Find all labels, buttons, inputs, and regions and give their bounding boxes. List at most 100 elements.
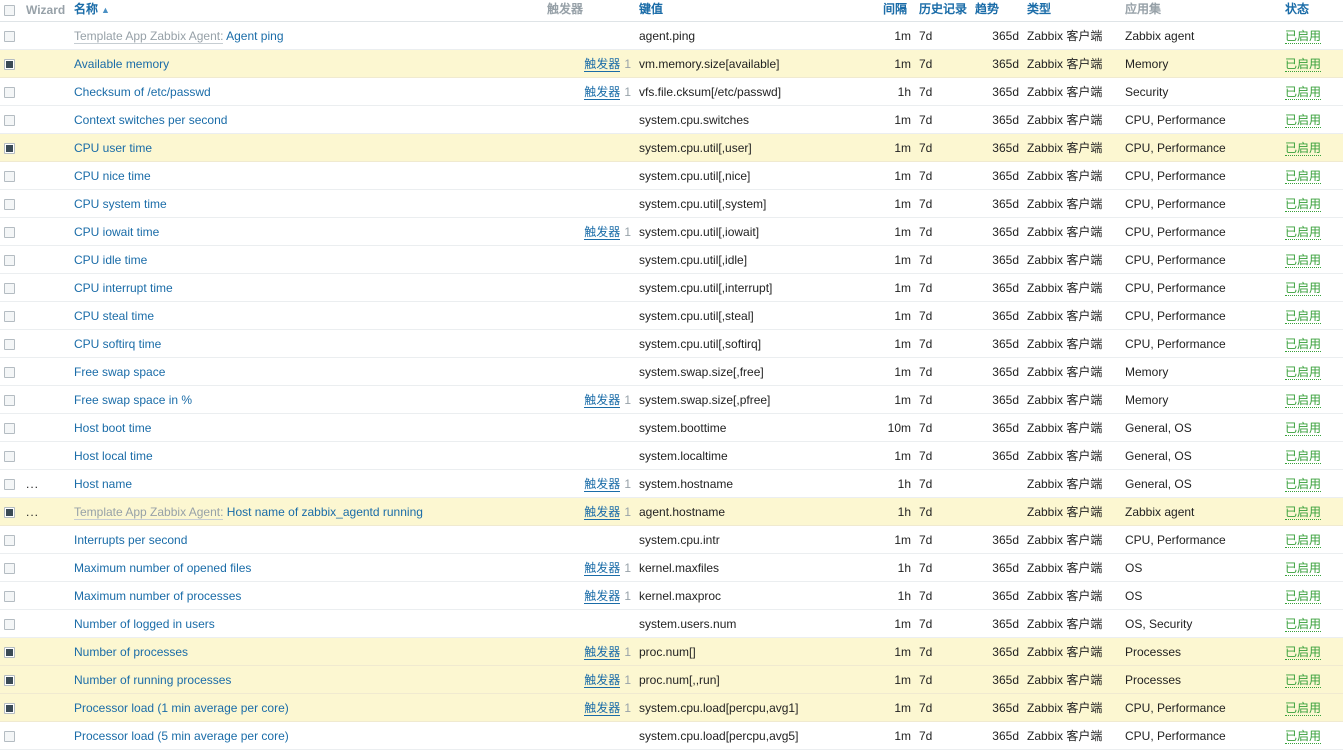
row-select-cell[interactable] bbox=[0, 385, 22, 414]
item-name-link[interactable]: Free swap space in % bbox=[74, 393, 192, 407]
table-row[interactable]: CPU idle time system.cpu.util[,idle] 1m 7d 3… bbox=[0, 245, 1343, 274]
status-badge[interactable]: 已启用 bbox=[1285, 85, 1322, 100]
status-badge[interactable]: 已启用 bbox=[1285, 533, 1322, 548]
wizard-cell[interactable]: ... bbox=[22, 497, 70, 526]
row-select-cell[interactable] bbox=[0, 469, 22, 498]
row-checkbox[interactable] bbox=[4, 674, 15, 686]
item-name-link[interactable]: Number of logged in users bbox=[74, 617, 215, 631]
triggers-link[interactable]: 触发器 bbox=[584, 701, 621, 716]
row-select-cell[interactable] bbox=[0, 105, 22, 134]
item-name-link[interactable]: Context switches per second bbox=[74, 113, 227, 127]
triggers-cell[interactable]: 触发器 1 bbox=[543, 553, 635, 582]
status-badge[interactable]: 已启用 bbox=[1285, 281, 1322, 296]
row-checkbox[interactable] bbox=[4, 534, 15, 546]
item-name-link[interactable]: Maximum number of processes bbox=[74, 589, 241, 603]
status-cell[interactable]: 已启用 bbox=[1281, 385, 1343, 414]
row-checkbox[interactable] bbox=[4, 646, 15, 658]
row-select-cell[interactable] bbox=[0, 609, 22, 638]
item-name-link[interactable]: CPU idle time bbox=[74, 253, 147, 267]
table-row[interactable]: Maximum number of processes 触发器 1 kernel.ma… bbox=[0, 581, 1343, 610]
row-select-cell[interactable] bbox=[0, 189, 22, 218]
row-checkbox[interactable] bbox=[4, 590, 15, 602]
status-cell[interactable]: 已启用 bbox=[1281, 525, 1343, 554]
triggers-link[interactable]: 触发器 bbox=[584, 85, 621, 100]
status-cell[interactable]: 已启用 bbox=[1281, 413, 1343, 442]
status-badge[interactable]: 已启用 bbox=[1285, 225, 1322, 240]
triggers-link[interactable]: 触发器 bbox=[584, 673, 621, 688]
table-row[interactable]: CPU steal time system.cpu.util[,steal] 1m 7… bbox=[0, 301, 1343, 330]
triggers-link[interactable]: 触发器 bbox=[584, 225, 621, 240]
triggers-cell[interactable]: 触发器 1 bbox=[543, 469, 635, 498]
table-row[interactable]: Template App Zabbix Agent: Agent ping age… bbox=[0, 21, 1343, 50]
header-key-link[interactable]: 键值 bbox=[639, 2, 663, 16]
status-cell[interactable]: 已启用 bbox=[1281, 441, 1343, 470]
header-trends[interactable]: 趋势 bbox=[971, 0, 1023, 22]
row-select-cell[interactable] bbox=[0, 357, 22, 386]
status-badge[interactable]: 已启用 bbox=[1285, 673, 1322, 688]
status-badge[interactable]: 已启用 bbox=[1285, 645, 1322, 660]
item-name-link[interactable]: Free swap space bbox=[74, 365, 165, 379]
triggers-cell[interactable]: 触发器 1 bbox=[543, 637, 635, 666]
status-cell[interactable]: 已启用 bbox=[1281, 721, 1343, 750]
row-select-cell[interactable] bbox=[0, 497, 22, 526]
row-checkbox[interactable] bbox=[4, 618, 15, 630]
row-checkbox[interactable] bbox=[4, 450, 15, 462]
item-name-link[interactable]: Checksum of /etc/passwd bbox=[74, 85, 211, 99]
row-select-cell[interactable] bbox=[0, 77, 22, 106]
item-name-link[interactable]: Processor load (5 min average per core) bbox=[74, 729, 289, 743]
row-checkbox[interactable] bbox=[4, 422, 15, 434]
status-badge[interactable]: 已启用 bbox=[1285, 197, 1322, 212]
status-cell[interactable]: 已启用 bbox=[1281, 665, 1343, 694]
table-row[interactable]: CPU iowait time 触发器 1 system.cpu.util[,iowa… bbox=[0, 217, 1343, 246]
wizard-cell[interactable]: ... bbox=[22, 469, 70, 498]
header-trends-link[interactable]: 趋势 bbox=[975, 2, 999, 16]
row-checkbox[interactable] bbox=[4, 254, 15, 266]
table-row[interactable]: Host boot time system.boottime 10m 7d 365d Za… bbox=[0, 413, 1343, 442]
header-name-link[interactable]: 名称 bbox=[74, 2, 98, 16]
status-badge[interactable]: 已启用 bbox=[1285, 393, 1322, 408]
table-row[interactable]: Context switches per second system.cpu.sw… bbox=[0, 105, 1343, 134]
row-select-cell[interactable] bbox=[0, 217, 22, 246]
status-cell[interactable]: 已启用 bbox=[1281, 21, 1343, 50]
status-cell[interactable]: 已启用 bbox=[1281, 329, 1343, 358]
row-select-cell[interactable] bbox=[0, 413, 22, 442]
status-badge[interactable]: 已启用 bbox=[1285, 29, 1322, 44]
table-row[interactable]: CPU softirq time system.cpu.util[,softirq… bbox=[0, 329, 1343, 358]
triggers-cell[interactable]: 触发器 1 bbox=[543, 77, 635, 106]
item-name-link[interactable]: CPU nice time bbox=[74, 169, 151, 183]
item-name-link[interactable]: Number of running processes bbox=[74, 673, 231, 687]
item-name-link[interactable]: CPU iowait time bbox=[74, 225, 159, 239]
row-checkbox[interactable] bbox=[4, 58, 15, 70]
header-history-link[interactable]: 历史记录 bbox=[919, 2, 967, 16]
triggers-link[interactable]: 触发器 bbox=[584, 561, 621, 576]
status-cell[interactable]: 已启用 bbox=[1281, 105, 1343, 134]
table-row[interactable]: CPU system time system.cpu.util[,system] 1… bbox=[0, 189, 1343, 218]
row-select-cell[interactable] bbox=[0, 665, 22, 694]
item-name-link[interactable]: CPU system time bbox=[74, 197, 167, 211]
table-row[interactable]: CPU interrupt time system.cpu.util[,inter… bbox=[0, 273, 1343, 302]
row-select-cell[interactable] bbox=[0, 273, 22, 302]
template-prefix-link[interactable]: Template App Zabbix Agent: bbox=[74, 28, 224, 44]
header-type[interactable]: 类型 bbox=[1023, 0, 1121, 22]
item-name-link[interactable]: Host boot time bbox=[74, 421, 151, 435]
status-badge[interactable]: 已启用 bbox=[1285, 421, 1322, 436]
item-name-link[interactable]: Host name of zabbix_agentd running bbox=[227, 505, 423, 519]
status-cell[interactable]: 已启用 bbox=[1281, 553, 1343, 582]
row-checkbox[interactable] bbox=[4, 310, 15, 322]
item-name-link[interactable]: Number of processes bbox=[74, 645, 188, 659]
row-checkbox[interactable] bbox=[4, 282, 15, 294]
status-cell[interactable]: 已启用 bbox=[1281, 49, 1343, 78]
status-cell[interactable]: 已启用 bbox=[1281, 301, 1343, 330]
header-history[interactable]: 历史记录 bbox=[915, 0, 971, 22]
row-select-cell[interactable] bbox=[0, 21, 22, 50]
row-select-cell[interactable] bbox=[0, 637, 22, 666]
status-badge[interactable]: 已启用 bbox=[1285, 113, 1322, 128]
row-checkbox[interactable] bbox=[4, 506, 15, 518]
table-row[interactable]: Interrupts per second system.cpu.intr 1m 7d… bbox=[0, 525, 1343, 554]
table-row[interactable]: Number of logged in users system.users.nu… bbox=[0, 609, 1343, 638]
table-row[interactable]: Maximum number of opened files 触发器 1 kernel… bbox=[0, 553, 1343, 582]
template-prefix-link[interactable]: Template App Zabbix Agent: bbox=[74, 504, 224, 520]
status-cell[interactable]: 已启用 bbox=[1281, 273, 1343, 302]
triggers-cell[interactable]: 触发器 1 bbox=[543, 665, 635, 694]
table-row[interactable]: Number of processes 触发器 1 proc.num[] 1m 7d 365… bbox=[0, 637, 1343, 666]
